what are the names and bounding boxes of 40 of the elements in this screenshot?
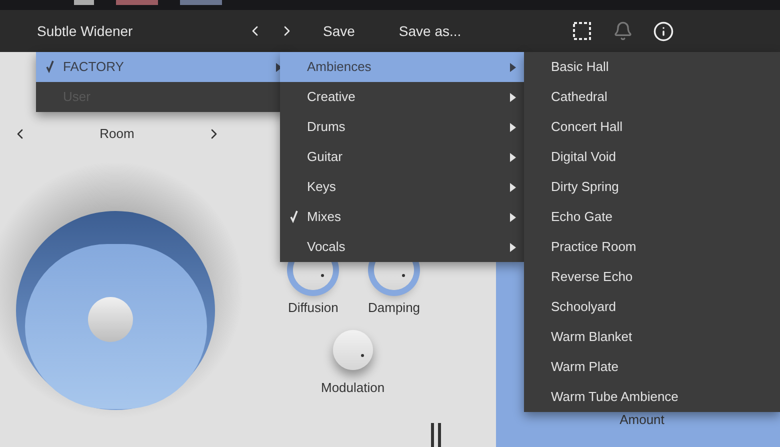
menu-item[interactable]: Reverse Echo xyxy=(524,262,780,292)
menu-item[interactable]: Cathedral xyxy=(524,82,780,112)
save-as-button[interactable]: Save as... xyxy=(398,20,462,42)
submenu-arrow-icon xyxy=(510,152,516,162)
info-icon[interactable] xyxy=(653,20,674,42)
menu-item[interactable]: Mixes xyxy=(280,202,524,232)
amount-label: Amount xyxy=(620,410,664,428)
checkmark-icon xyxy=(46,59,54,73)
menu-item[interactable]: Creative xyxy=(280,82,524,112)
menu-item[interactable]: Digital Void xyxy=(524,142,780,172)
menu-item[interactable]: Warm Plate xyxy=(524,352,780,382)
submenu-arrow-icon xyxy=(510,182,516,192)
bell-icon[interactable] xyxy=(613,21,634,41)
pause-icon[interactable] xyxy=(431,423,441,447)
menu-item[interactable]: Dirty Spring xyxy=(524,172,780,202)
menu-item[interactable]: Vocals xyxy=(280,232,524,262)
knob-label: Diffusion xyxy=(288,299,338,317)
menu-item[interactable]: Ambiences xyxy=(280,52,524,82)
submenu-arrow-icon xyxy=(510,212,516,222)
checkmark-icon xyxy=(290,209,298,223)
menu-item[interactable]: Basic Hall xyxy=(524,52,780,82)
knob-label: Damping xyxy=(368,299,420,317)
menu-item[interactable]: Echo Gate xyxy=(524,202,780,232)
submenu-arrow-icon xyxy=(510,92,516,102)
menu-item[interactable]: Concert Hall xyxy=(524,112,780,142)
save-button[interactable]: Save xyxy=(323,20,355,42)
menu-item[interactable]: Guitar xyxy=(280,142,524,172)
menu-item[interactable]: Schoolyard xyxy=(524,292,780,322)
knob-label: Modulation xyxy=(321,379,385,397)
room-label: Room xyxy=(100,125,134,143)
menu-item[interactable]: Practice Room xyxy=(524,232,780,262)
submenu-arrow-icon xyxy=(510,242,516,252)
menu-item[interactable]: Warm Tube Ambience xyxy=(524,382,780,412)
menu-item[interactable]: Drums xyxy=(280,112,524,142)
preset-name[interactable]: Subtle Widener xyxy=(37,20,247,42)
submenu-arrow-icon xyxy=(510,62,516,72)
selection-icon[interactable] xyxy=(573,22,592,40)
submenu-arrow-icon xyxy=(510,122,516,132)
menu-item[interactable]: Keys xyxy=(280,172,524,202)
menu-item[interactable]: Warm Blanket xyxy=(524,322,780,352)
